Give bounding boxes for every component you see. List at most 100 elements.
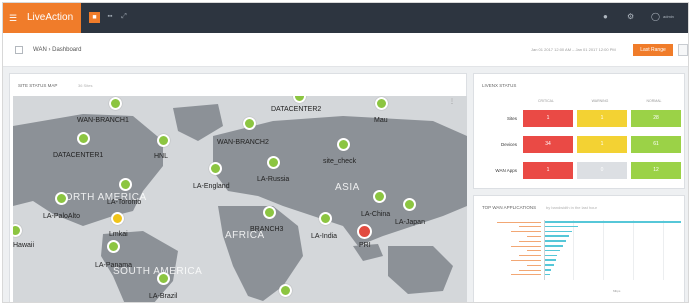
chart-bar[interactable] <box>545 264 555 266</box>
chart-category-label <box>527 250 541 252</box>
chart-bar[interactable] <box>545 225 579 228</box>
site-label: LA-Panama <box>95 262 132 269</box>
status-cell-warning[interactable]: 1 <box>577 110 627 127</box>
chart-bar[interactable] <box>545 221 681 223</box>
map-panel-subtitle: 36 Sites <box>78 83 93 88</box>
status-cell-normal[interactable]: 28 <box>631 110 681 127</box>
column-header: NORMAL <box>646 99 662 103</box>
chart-bar[interactable] <box>545 245 564 247</box>
site-pin[interactable] <box>373 190 386 203</box>
site-label: LA-Russia <box>257 176 290 183</box>
status-cell-normal[interactable]: 12 <box>631 162 681 179</box>
chart-category-label <box>519 226 541 228</box>
site-label: WAN-BRANCH1 <box>77 117 129 124</box>
site-pin[interactable] <box>157 272 170 285</box>
site-pin[interactable] <box>279 284 292 297</box>
region-label: ASIA <box>335 182 360 193</box>
status-panel-title: LIVENX STATUS <box>482 83 517 88</box>
chart-bar[interactable] <box>545 254 558 257</box>
home-icon[interactable]: ■ <box>89 12 100 23</box>
chart-category-label <box>519 240 541 242</box>
site-pin[interactable] <box>319 212 332 225</box>
site-label: LA-Brazil <box>149 293 178 300</box>
apps-panel-title: TOP WAN APPLICATIONS <box>482 205 537 210</box>
site-label: LA-England <box>193 183 230 190</box>
site-pin[interactable] <box>209 162 222 175</box>
world-map[interactable]: NORTH AMERICA ASIA AFRICA SOUTH AMERICA … <box>13 96 467 302</box>
status-cell-critical[interactable]: 34 <box>523 136 573 153</box>
top-apps-panel: TOP WAN APPLICATIONS by bandwidth in the… <box>473 195 685 302</box>
site-label: Lmkai <box>109 231 128 238</box>
site-label: LA-Toronto <box>107 199 142 206</box>
chart-gridline <box>603 220 604 280</box>
site-pin[interactable] <box>267 156 280 169</box>
site-pin[interactable] <box>403 198 416 211</box>
site-label: Mau <box>374 117 388 124</box>
date-range[interactable]: Jan 01 2017 12:00 AM – Jan 01 2017 12:00… <box>531 44 616 56</box>
chart-category-label <box>527 235 541 237</box>
brand-menu-button[interactable]: ☰ LiveAction <box>3 3 81 33</box>
site-pin[interactable] <box>55 192 68 205</box>
status-cell-warning[interactable]: 1 <box>577 136 627 153</box>
chart-gridline <box>663 220 664 280</box>
site-label: DATACENTER1 <box>53 152 104 159</box>
site-label: DATACENTER2 <box>271 106 322 113</box>
chart-bar[interactable] <box>545 240 567 242</box>
chart-x-label: Mbps <box>613 289 621 293</box>
chart-bar[interactable] <box>545 273 550 276</box>
map-panel-title: SITE STATUS MAP <box>18 83 58 88</box>
site-pin[interactable] <box>263 206 276 219</box>
site-label: BRANCH3 <box>250 226 284 233</box>
site-label: HNL <box>154 153 169 160</box>
hamburger-icon[interactable]: ☰ <box>9 3 17 33</box>
app-window: ☰ LiveAction ■ ▪▪ ⤢ ● ⚙ ◯ admin WAN › Da… <box>2 2 689 303</box>
chart-category-label <box>511 245 541 247</box>
chart-category-label <box>511 274 541 276</box>
chart-gridline <box>573 220 574 280</box>
site-label: LA-China <box>361 211 391 218</box>
settings-icon[interactable]: ⚙ <box>627 11 634 23</box>
breadcrumb[interactable]: WAN › Dashboard <box>33 44 81 56</box>
site-label: WAN-BRANCH2 <box>217 139 269 146</box>
chart-bar[interactable] <box>545 230 573 233</box>
status-cell-normal[interactable]: 61 <box>631 136 681 153</box>
chart-category-label <box>519 255 541 257</box>
breadcrumb-bar: WAN › Dashboard Jan 01 2017 12:00 AM – J… <box>3 33 688 67</box>
site-pin[interactable] <box>107 240 120 253</box>
site-pin[interactable] <box>243 117 256 130</box>
expand-icon[interactable]: ⤢ <box>119 12 129 22</box>
site-pin[interactable] <box>109 97 122 110</box>
user-name[interactable]: admin <box>663 11 674 23</box>
status-cell-warning[interactable]: 0 <box>577 162 627 179</box>
chart-bar[interactable] <box>545 259 556 261</box>
site-pin[interactable] <box>77 132 90 145</box>
status-cell-critical[interactable]: 1 <box>523 162 573 179</box>
alert-icon[interactable]: ● <box>603 11 608 23</box>
chart-bar[interactable] <box>545 269 552 271</box>
status-cell-critical[interactable]: 1 <box>523 110 573 127</box>
time-range-button[interactable]: Last Range <box>633 44 673 56</box>
site-label: LA-India <box>311 233 338 240</box>
site-pin[interactable] <box>157 134 170 147</box>
site-pin[interactable] <box>375 97 388 110</box>
site-pin-warning[interactable] <box>111 212 124 225</box>
edit-button[interactable] <box>678 44 688 56</box>
app-name: LiveAction <box>27 12 74 23</box>
site-pin[interactable] <box>119 178 132 191</box>
site-label: LA-Japan <box>395 219 425 226</box>
site-label: site_check <box>323 158 357 165</box>
chart-category-label <box>511 259 541 261</box>
row-label: Devices <box>500 142 517 147</box>
site-pin-critical[interactable] <box>357 224 372 239</box>
chart-category-label <box>527 264 541 266</box>
chart-bar[interactable] <box>545 249 561 252</box>
grid-icon[interactable]: ▪▪ <box>105 12 115 22</box>
map-options-icon[interactable]: ⋮ <box>449 98 455 105</box>
chart-bar[interactable] <box>545 235 570 237</box>
chart-category-label <box>511 231 541 233</box>
chart-category-label <box>519 269 541 271</box>
back-icon[interactable] <box>15 46 23 54</box>
apps-panel-subtitle: by bandwidth in the last hour <box>546 205 597 210</box>
site-pin[interactable] <box>337 138 350 151</box>
user-icon[interactable]: ◯ <box>651 11 660 23</box>
